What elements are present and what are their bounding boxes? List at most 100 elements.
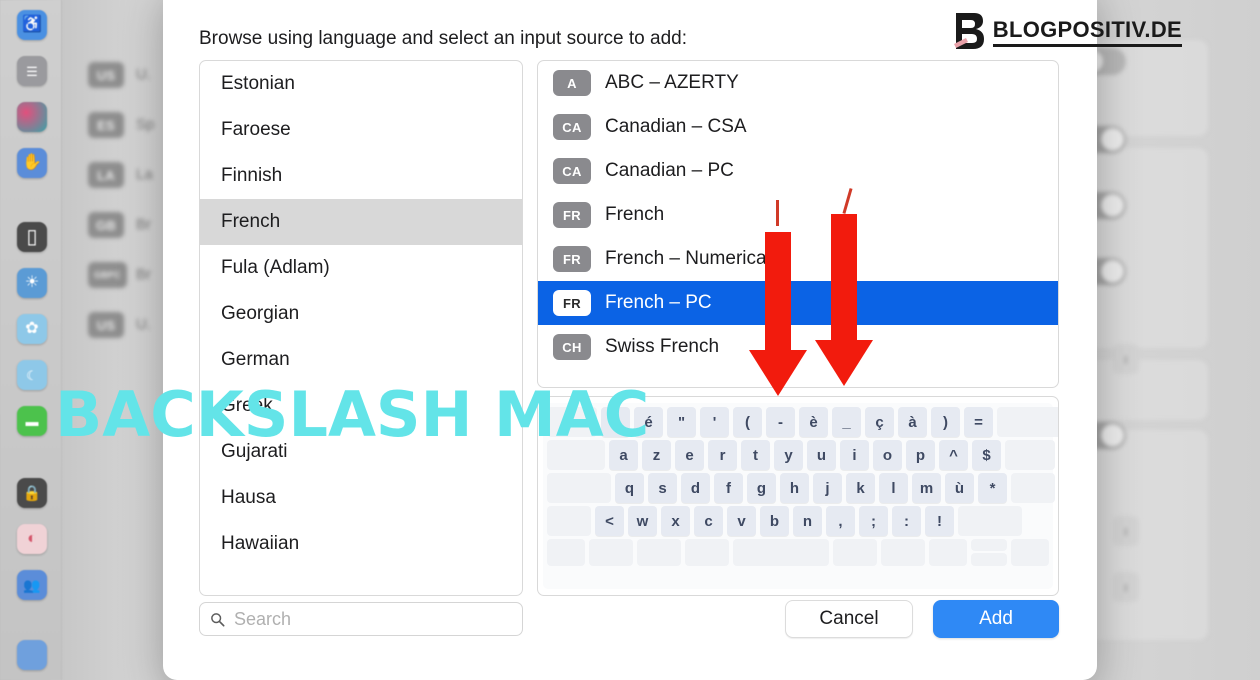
settings-sidebar[interactable]: ♿ ☰ ✋ ▯ ☀ ✿ ☾ ▬ 🔒 ◐ 👥 (0, 0, 62, 680)
keyboard-key[interactable]: v (727, 506, 756, 536)
keyboard-key[interactable]: l (879, 473, 908, 503)
extra-sidebar-icon[interactable] (17, 640, 47, 670)
battery-icon[interactable]: ▬ (17, 406, 47, 436)
language-list-item[interactable]: Finnish (200, 153, 522, 199)
keyboard-key[interactable]: q (615, 473, 644, 503)
language-list-item[interactable]: Fula (Adlam) (200, 245, 522, 291)
keyboard-key[interactable]: u (807, 440, 836, 470)
keyboard-key[interactable]: w (628, 506, 657, 536)
keyboard-key-blank[interactable] (733, 539, 829, 566)
keyboard-key[interactable]: k (846, 473, 875, 503)
keyboard-key[interactable]: j (813, 473, 842, 503)
keyboard-key[interactable]: ç (865, 407, 894, 437)
privacy-hand-icon[interactable]: ✋ (17, 148, 47, 178)
keyboard-key[interactable]: _ (832, 407, 861, 437)
bg-badge: GBPC (88, 262, 127, 288)
keyboard-key-arrow-up[interactable] (971, 539, 1007, 551)
accessibility-icon[interactable]: ♿ (17, 10, 47, 40)
keyboard-key[interactable]: , (826, 506, 855, 536)
keyboard-key-blank[interactable] (547, 473, 611, 503)
language-list-item-selected[interactable]: French (200, 199, 522, 245)
language-list-item[interactable]: Estonian (200, 61, 522, 107)
keyboard-key-blank[interactable] (997, 407, 1058, 437)
keyboard-key[interactable]: s (648, 473, 677, 503)
language-list[interactable]: Estonian Faroese Finnish French Fula (Ad… (199, 60, 523, 596)
keyboard-key[interactable]: h (780, 473, 809, 503)
displays-icon[interactable]: ☀ (17, 268, 47, 298)
keyboard-key-blank[interactable] (547, 506, 591, 536)
screensaver-icon[interactable]: ☾ (17, 360, 47, 390)
keyboard-key[interactable]: ( (733, 407, 762, 437)
input-source-item[interactable]: A ABC – AZERTY (538, 61, 1058, 105)
lock-screen-icon[interactable]: 🔒 (17, 478, 47, 508)
keyboard-key-blank[interactable] (1011, 473, 1055, 503)
keyboard-key[interactable]: c (694, 506, 723, 536)
control-center-icon[interactable]: ☰ (17, 56, 47, 86)
keyboard-key-blank[interactable] (685, 539, 729, 566)
bg-row-label: U. (136, 316, 151, 333)
keyboard-key[interactable]: t (741, 440, 770, 470)
keyboard-key[interactable]: ) (931, 407, 960, 437)
language-list-item[interactable]: Georgian (200, 291, 522, 337)
keyboard-key[interactable]: - (766, 407, 795, 437)
bg-stepper[interactable]: ↕ (1113, 516, 1139, 546)
keyboard-key-blank[interactable] (589, 539, 633, 566)
cancel-button[interactable]: Cancel (785, 600, 913, 638)
siri-icon[interactable] (17, 102, 47, 132)
keyboard-key[interactable]: ! (925, 506, 954, 536)
input-source-label: French (605, 204, 665, 225)
keyboard-key[interactable]: o (873, 440, 902, 470)
users-groups-icon[interactable]: 👥 (17, 570, 47, 600)
input-source-item[interactable]: CA Canadian – CSA (538, 105, 1058, 149)
keyboard-key[interactable]: ù (945, 473, 974, 503)
language-list-item[interactable]: Hawaiian (200, 521, 522, 567)
bg-stepper[interactable]: ↕ (1113, 344, 1139, 374)
bg-badge: LA (88, 162, 124, 188)
keyboard-key[interactable]: " (667, 407, 696, 437)
keyboard-key[interactable]: à (898, 407, 927, 437)
search-field[interactable]: Search (199, 602, 523, 636)
keyboard-key-arrow-down[interactable] (971, 553, 1007, 566)
language-list-item[interactable]: Faroese (200, 107, 522, 153)
keyboard-key[interactable]: i (840, 440, 869, 470)
keyboard-key-blank[interactable] (833, 539, 877, 566)
touch-id-icon[interactable]: ◐ (17, 524, 47, 554)
keyboard-key[interactable]: d (681, 473, 710, 503)
keyboard-key[interactable]: : (892, 506, 921, 536)
keyboard-key[interactable]: p (906, 440, 935, 470)
input-source-item[interactable]: CA Canadian – PC (538, 149, 1058, 193)
keyboard-key[interactable]: $ (972, 440, 1001, 470)
wallpaper-icon[interactable]: ✿ (17, 314, 47, 344)
bg-stepper[interactable]: ↕ (1113, 572, 1139, 602)
keyboard-key[interactable]: r (708, 440, 737, 470)
keyboard-key[interactable]: g (747, 473, 776, 503)
keyboard-arrow-cluster[interactable] (971, 539, 1007, 566)
keyboard-key-blank[interactable] (1005, 440, 1055, 470)
keyboard-key[interactable]: ; (859, 506, 888, 536)
search-placeholder: Search (234, 608, 292, 629)
language-list-item[interactable]: Hausa (200, 475, 522, 521)
keyboard-key-blank[interactable] (547, 539, 585, 566)
desktop-dock-icon[interactable]: ▯ (17, 222, 47, 252)
keyboard-key[interactable]: e (675, 440, 704, 470)
keyboard-key[interactable]: f (714, 473, 743, 503)
keyboard-key-blank[interactable] (1011, 539, 1049, 566)
keyboard-key-blank[interactable] (637, 539, 681, 566)
keyboard-key[interactable]: ' (700, 407, 729, 437)
keyboard-key-blank[interactable] (881, 539, 925, 566)
keyboard-key[interactable]: y (774, 440, 803, 470)
keyboard-key[interactable]: b (760, 506, 789, 536)
keyboard-key-blank[interactable] (958, 506, 1022, 536)
add-button[interactable]: Add (933, 600, 1059, 638)
language-list-item[interactable]: German (200, 337, 522, 383)
keyboard-key[interactable]: n (793, 506, 822, 536)
keyboard-key[interactable]: = (964, 407, 993, 437)
keyboard-key[interactable]: ^ (939, 440, 968, 470)
language-list-item-partial[interactable] (200, 567, 522, 581)
keyboard-key[interactable]: m (912, 473, 941, 503)
keyboard-key-blank[interactable] (929, 539, 967, 566)
keyboard-key[interactable]: < (595, 506, 624, 536)
keyboard-key[interactable]: x (661, 506, 690, 536)
keyboard-key[interactable]: * (978, 473, 1007, 503)
keyboard-key[interactable]: è (799, 407, 828, 437)
